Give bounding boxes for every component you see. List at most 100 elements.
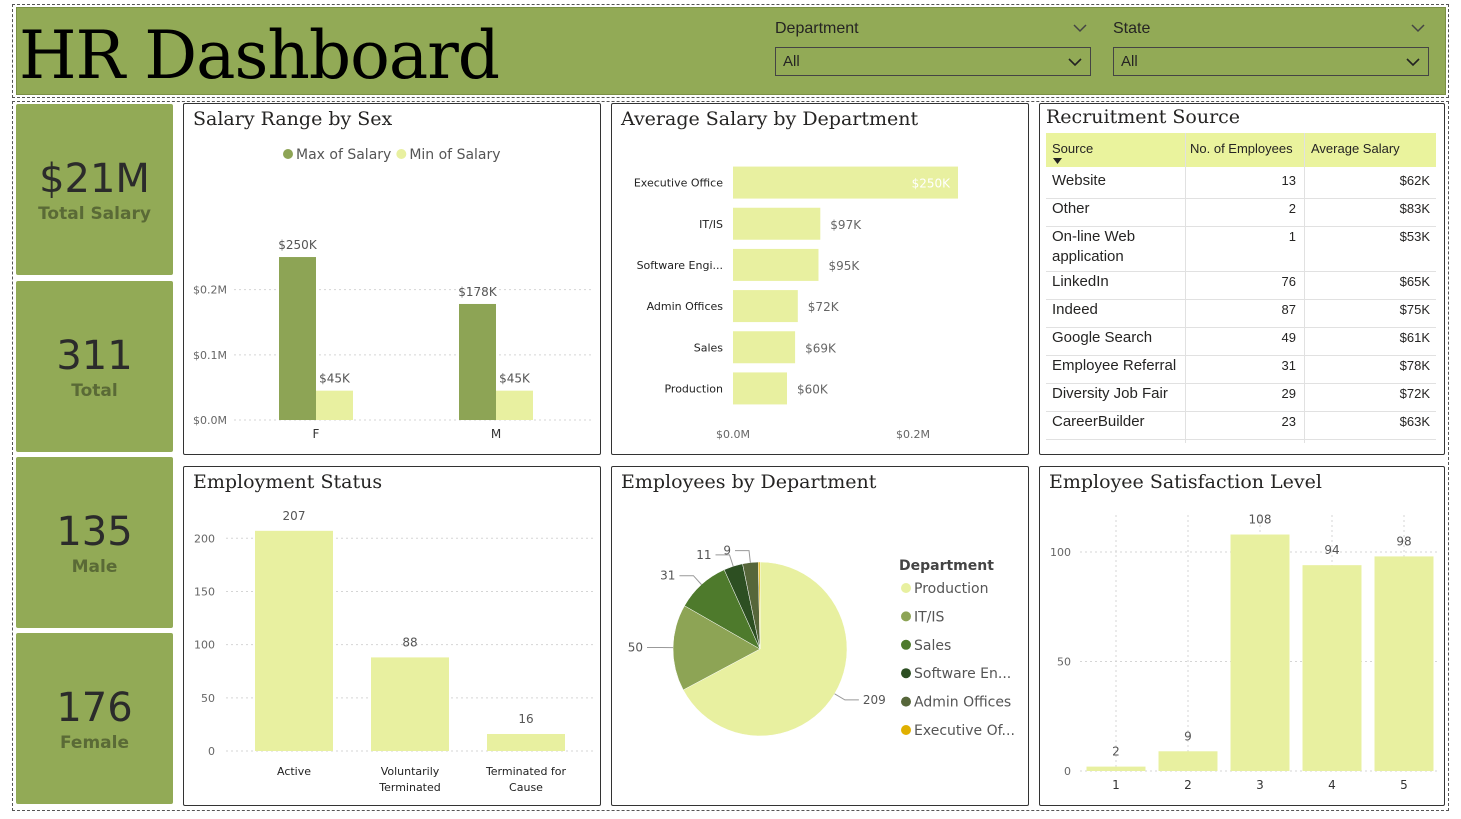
data-label: $69K [805,341,837,355]
employees-cell: 2 [1288,201,1296,216]
legend-label: Admin Offices [914,695,1011,711]
bar [459,303,496,420]
y-tick-label: Sales [694,341,724,354]
table-row[interactable]: Other 2 $83K [1046,199,1436,227]
source-cell: Employee Referral [1052,357,1177,374]
x-tick-label: F [313,427,320,441]
bar [316,390,353,420]
y-tick-label: IT/IS [699,218,723,231]
data-label: $250K [912,177,952,191]
department-dropdown[interactable]: All [775,47,1091,76]
department-slicer[interactable]: Department All [775,18,1091,76]
chevron-down-icon[interactable] [1068,55,1082,69]
table-row[interactable]: Indeed 87 $75K [1046,300,1436,328]
data-label: 98 [1396,534,1411,548]
employees-by-dept-chart[interactable]: 209 50 31 11 9 Department Production IT/IS Sales… [612,467,1030,807]
x-tick-label: Cause [509,781,543,794]
table-row[interactable]: On-line Web application 1 $53K [1046,227,1436,272]
chevron-down-icon[interactable] [1411,21,1425,35]
table-row[interactable]: Employee Referral 31 $78K [1046,356,1436,384]
employees-cell: 76 [1281,274,1296,289]
x-tick-label: Terminated for [485,765,567,778]
y-tick-label: 200 [194,532,215,545]
avg-salary-cell: $78K [1399,358,1430,373]
table-row[interactable]: CareerBuilder 23 $63K [1046,412,1436,440]
data-label: $45K [499,372,531,386]
legend-label: Min of Salary [409,147,500,163]
legend-marker [901,611,911,622]
avg-salary-cell: $63K [1399,414,1430,429]
data-label: 9 [1184,729,1192,743]
table-row[interactable]: Diversity Job Fair 29 $72K [1046,384,1436,412]
employees-cell: 23 [1281,414,1296,429]
state-dropdown[interactable]: All [1113,47,1429,76]
data-label: 11 [696,548,711,562]
column-header-source[interactable]: Source [1052,141,1093,164]
legend-label: Max of Salary [296,147,391,163]
page-title: HR Dashboard [19,17,500,94]
chevron-down-icon[interactable] [1406,55,1420,69]
bar [1302,565,1362,771]
employment-status-chart[interactable]: 0 50 100 150 200 207 Active 88 Voluntarily Termin… [184,467,602,807]
source-cell: CareerBuilder [1052,413,1145,430]
satisfaction-chart[interactable]: 0 50 100 2 1 9 2 108 3 94 4 98 5 [1040,467,1446,807]
employees-cell: 13 [1281,173,1296,188]
y-tick-label: $0.1M [193,349,227,362]
data-label: 209 [863,693,886,707]
data-label: 108 [1249,513,1272,527]
y-tick-label: Software Engi... [637,259,723,272]
y-tick-label: Executive Office [634,177,723,190]
data-label: $72K [808,300,840,314]
salary-range-card[interactable]: Salary Range by Sex $0.0M $0.1M $0.2M Max o… [183,103,601,455]
data-label: 94 [1324,543,1339,557]
x-tick-label: 3 [1256,778,1264,792]
x-tick-label: M [491,427,501,441]
data-label: $178K [458,285,498,299]
x-tick-label: $0.0M [716,428,750,441]
satisfaction-card[interactable]: Employee Satisfaction Level 0 50 100 2 1 9 2 10… [1039,466,1445,806]
kpi-total-employees: 311 Total [16,281,173,452]
kpi-value: $21M [39,156,150,202]
column-header-avg-salary[interactable]: Average Salary [1311,141,1400,156]
data-label: 2 [1112,745,1120,759]
legend-label: Software En... [914,666,1011,682]
table-row[interactable]: LinkedIn 76 $65K [1046,272,1436,300]
bar [371,657,449,751]
data-label: 16 [518,712,533,726]
avg-salary-card[interactable]: Average Salary by Department Executive O… [611,103,1029,455]
legend-marker [901,583,911,593]
bar [1158,751,1218,771]
x-tick-label: 1 [1112,778,1120,792]
x-tick-label: 4 [1328,778,1336,792]
salary-range-chart[interactable]: $0.0M $0.1M $0.2M Max of Salary Min of Salar… [184,104,602,456]
legend-label: Sales [914,638,951,654]
y-tick-label: Production [664,382,723,395]
kpi-label: Total Salary [38,204,151,224]
data-label: $45K [319,372,351,386]
legend-marker [901,696,911,707]
avg-salary-cell: $62K [1399,173,1430,188]
source-cell: Google Search [1052,329,1153,346]
y-tick-label: $0.0M [193,414,227,427]
source-cell: Diversity Job Fair [1052,385,1168,402]
avg-salary-cell: $83K [1399,201,1430,216]
column-header-employees[interactable]: No. of Employees [1190,141,1293,156]
y-tick-label: 150 [194,585,215,598]
employment-status-card[interactable]: Employment Status 0 50 100 150 200 207 Active 8… [183,466,601,806]
kpi-label: Female [60,733,129,753]
state-dropdown-value: All [1121,53,1138,70]
source-cell: Indeed [1052,301,1098,318]
employees-by-dept-card[interactable]: Employees by Department 209 50 31 11 9 Depart… [611,466,1029,806]
department-dropdown-value: All [783,53,800,70]
table-header: Source No. of Employees Average Salary [1046,133,1436,167]
kpi-male: 135 Male [16,457,173,628]
header-banner: HR Dashboard Department All State All [16,7,1446,95]
bar [487,733,565,751]
state-slicer[interactable]: State All [1113,18,1429,76]
recruitment-card[interactable]: Recruitment Source Source No. of Employe… [1039,103,1445,455]
source-cell: LinkedIn [1052,273,1109,290]
avg-salary-chart[interactable]: Executive Office $250K IT/IS $97K Software E… [612,104,1030,456]
table-row[interactable]: Website 13 $62K [1046,171,1436,199]
table-row[interactable]: Google Search 49 $61K [1046,328,1436,356]
chevron-down-icon[interactable] [1073,21,1087,35]
